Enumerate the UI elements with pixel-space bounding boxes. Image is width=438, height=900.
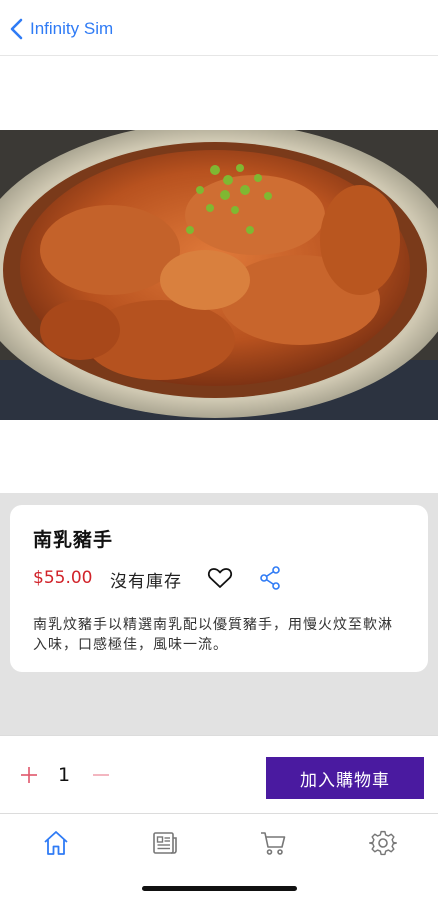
stock-status: 沒有庫存 [110,572,182,592]
tab-cart[interactable] [258,828,288,858]
minus-icon[interactable] [90,764,112,786]
home-icon [44,831,68,855]
purchase-bar: 1 加入購物車 [0,735,438,813]
chevron-left-icon [10,18,23,40]
settings-icon [368,830,398,856]
plus-icon[interactable] [18,764,40,786]
product-card: 南乳豬手 $55.00 沒有庫存 南乳炆豬手以精選南乳配以優質豬手，用慢火炆至軟… [10,505,428,672]
share-icon[interactable] [258,565,282,591]
heart-icon[interactable] [207,566,233,590]
top-nav-bar: Infinity Sim [0,0,438,56]
product-price: $55.00 [33,568,93,588]
back-button-label: Infinity Sim [30,19,114,38]
bottom-tab-bar [0,813,438,900]
add-to-cart-button[interactable]: 加入購物車 [266,757,424,799]
product-description: 南乳炆豬手以精選南乳配以優質豬手，用慢火炆至軟淋入味，口感極佳，風味一流。 [33,617,393,653]
back-button[interactable]: Infinity Sim [8,18,113,40]
tab-settings[interactable] [368,828,398,858]
cart-icon [261,832,286,855]
quantity-value: 1 [58,764,71,786]
product-title: 南乳豬手 [33,529,114,551]
tab-news[interactable] [150,828,180,858]
home-indicator [142,886,297,891]
product-image [0,130,438,420]
tab-home[interactable] [41,828,71,858]
news-icon [153,832,177,854]
